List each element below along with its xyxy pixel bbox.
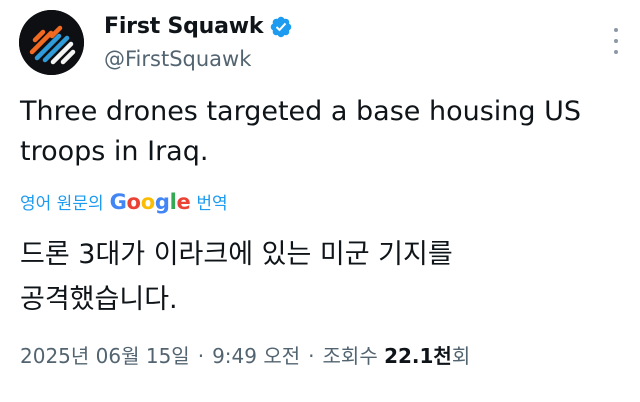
google-logo: Google xyxy=(109,190,191,214)
post-time[interactable]: 9:49 오전 xyxy=(212,340,300,369)
author-handle[interactable]: @FirstSquawk xyxy=(104,47,251,71)
meta-separator: · xyxy=(308,344,315,368)
post-date[interactable]: 2025년 06월 15일 xyxy=(20,340,190,369)
translation-prefix: 영어 원문의 xyxy=(20,194,104,214)
tweet-text: Three drones targeted a base housing US … xyxy=(20,92,620,172)
tweet-text-line: Three drones targeted a base housing US xyxy=(20,96,582,127)
author-display-name[interactable]: First Squawk xyxy=(104,14,264,39)
more-options-icon[interactable] xyxy=(612,28,620,54)
author-display-name-row[interactable]: First Squawk xyxy=(104,14,293,39)
verified-badge-icon xyxy=(269,15,293,39)
translated-text-line: 드론 3대가 이라크에 있는 미군 기지를 xyxy=(20,239,453,270)
views-count[interactable]: 22.1천 xyxy=(384,340,452,369)
translation-suffix: 번역 xyxy=(196,194,228,214)
translated-text-line: 공격했습니다. xyxy=(20,284,178,315)
first-squawk-logo-icon xyxy=(19,10,84,75)
meta-separator: · xyxy=(197,344,205,368)
avatar[interactable] xyxy=(19,10,84,75)
views-label: 조회수 xyxy=(322,344,378,368)
views-suffix: 회 xyxy=(451,344,471,368)
translation-attribution[interactable]: 영어 원문의 Google 번역 xyxy=(20,189,228,214)
tweet-text-line: troops in Iraq. xyxy=(20,136,209,167)
translated-text: 드론 3대가 이라크에 있는 미군 기지를 공격했습니다. xyxy=(20,232,620,322)
tweet-meta: 2025년 06월 15일 · 9:49 오전 · 조회수 22.1천 회 xyxy=(20,340,470,369)
